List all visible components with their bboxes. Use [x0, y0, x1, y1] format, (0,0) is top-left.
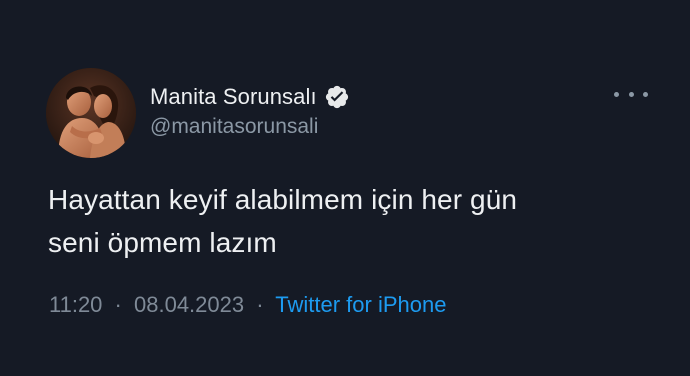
- verified-badge-icon: [324, 84, 350, 110]
- avatar[interactable]: [46, 68, 136, 158]
- tweet-meta: 11:20 · 08.04.2023 · Twitter for iPhone: [49, 290, 446, 320]
- tweet-card: Manita Sorunsalı @manitasorunsali Hayatt…: [0, 0, 690, 376]
- tweet-text: Hayattan keyif alabilmem için her gün se…: [48, 178, 668, 264]
- tweet-text-line-1: Hayattan keyif alabilmem için her gün: [48, 184, 518, 215]
- meta-separator: ·: [256, 292, 264, 317]
- more-dot: [614, 91, 619, 97]
- tweet-time[interactable]: 11:20: [49, 292, 102, 317]
- tweet-text-line-2: seni öpmem lazım: [48, 227, 277, 258]
- more-options-icon[interactable]: [614, 84, 648, 104]
- author-handle[interactable]: @manitasorunsali: [150, 114, 350, 140]
- more-dot: [643, 91, 648, 97]
- author-name-row: Manita Sorunsalı: [150, 80, 350, 114]
- tweet-date[interactable]: 08.04.2023: [134, 292, 244, 317]
- avatar-photo-icon: [46, 68, 136, 158]
- tweet-source-link[interactable]: Twitter for iPhone: [275, 292, 446, 317]
- more-dot: [628, 91, 634, 97]
- tweet-author: Manita Sorunsalı @manitasorunsali: [150, 80, 350, 140]
- author-display-name[interactable]: Manita Sorunsalı: [150, 84, 317, 110]
- meta-separator: ·: [114, 292, 122, 317]
